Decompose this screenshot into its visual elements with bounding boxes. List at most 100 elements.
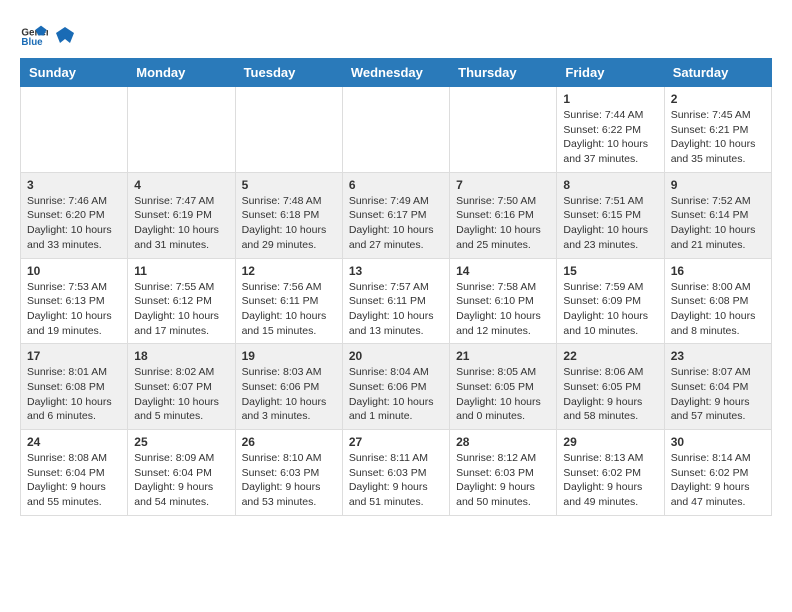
day-info-line: Daylight: 10 hours and 29 minutes.: [242, 223, 336, 252]
day-number: 13: [349, 264, 443, 278]
logo-wing-icon: [54, 25, 76, 47]
day-info-line: Daylight: 10 hours and 12 minutes.: [456, 309, 550, 338]
day-number: 18: [134, 349, 228, 363]
day-info-line: Daylight: 10 hours and 13 minutes.: [349, 309, 443, 338]
calendar-cell: [342, 87, 449, 173]
day-info-line: Sunset: 6:15 PM: [563, 208, 657, 223]
logo-icon: General Blue: [20, 20, 48, 48]
logo: General Blue: [20, 20, 78, 48]
calendar-cell: 15Sunrise: 7:59 AMSunset: 6:09 PMDayligh…: [557, 258, 664, 344]
calendar-cell: 23 Sunrise: 8:07 AMSunset: 6:04 PMDayligh…: [664, 344, 771, 430]
day-info-line: Sunset: 6:11 PM: [349, 294, 443, 309]
calendar-cell: 16 Sunrise: 8:00 AMSunset: 6:08 PMDayligh…: [664, 258, 771, 344]
day-number: 3: [27, 178, 121, 192]
day-info-line: Sunset: 6:08 PM: [671, 294, 765, 309]
day-number: 2: [671, 92, 765, 106]
day-number: 8: [563, 178, 657, 192]
calendar-cell: [450, 87, 557, 173]
day-info-line: Sunrise: 8:14 AM: [671, 451, 765, 466]
day-info-line: Sunrise: 8:01 AM: [27, 365, 121, 380]
day-info-line: Daylight: 9 hours and 51 minutes.: [349, 480, 443, 509]
day-info-line: Daylight: 10 hours and 8 minutes.: [671, 309, 765, 338]
day-info-line: Sunrise: 8:07 AM: [671, 365, 765, 380]
day-info-line: Sunset: 6:03 PM: [456, 466, 550, 481]
calendar-table: SundayMondayTuesdayWednesdayThursdayFrid…: [20, 58, 772, 516]
day-info-line: Sunrise: 7:57 AM: [349, 280, 443, 295]
day-info-line: Daylight: 9 hours and 50 minutes.: [456, 480, 550, 509]
calendar-cell: 14 Sunrise: 7:58 AMSunset: 6:10 PMDayligh…: [450, 258, 557, 344]
day-info-line: Sunset: 6:14 PM: [671, 208, 765, 223]
day-info-line: Sunrise: 8:03 AM: [242, 365, 336, 380]
day-number: 26: [242, 435, 336, 449]
calendar-cell: 28Sunrise: 8:12 AMSunset: 6:03 PMDayligh…: [450, 430, 557, 516]
day-info-line: Sunset: 6:19 PM: [134, 208, 228, 223]
day-info-line: Daylight: 10 hours and 23 minutes.: [563, 223, 657, 252]
day-number: 7: [456, 178, 550, 192]
day-info-line: Daylight: 10 hours and 15 minutes.: [242, 309, 336, 338]
day-info-line: Sunrise: 8:08 AM: [27, 451, 121, 466]
day-info-line: Daylight: 10 hours and 37 minutes.: [563, 137, 657, 166]
day-info-line: Sunrise: 7:58 AM: [456, 280, 550, 295]
day-info-line: Sunset: 6:06 PM: [349, 380, 443, 395]
day-info-line: Sunrise: 7:47 AM: [134, 194, 228, 209]
day-info-line: Sunset: 6:10 PM: [456, 294, 550, 309]
calendar-week-row: 3Sunrise: 7:46 AMSunset: 6:20 PMDaylight…: [21, 172, 772, 258]
day-info-line: Sunrise: 7:45 AM: [671, 108, 765, 123]
day-info-line: Sunrise: 7:53 AM: [27, 280, 121, 295]
day-info-line: Sunrise: 7:48 AM: [242, 194, 336, 209]
day-info-line: Sunset: 6:11 PM: [242, 294, 336, 309]
day-info-line: Sunset: 6:20 PM: [27, 208, 121, 223]
calendar-cell: 9 Sunrise: 7:52 AMSunset: 6:14 PMDaylight…: [664, 172, 771, 258]
day-info-line: Sunrise: 8:04 AM: [349, 365, 443, 380]
day-number: 29: [563, 435, 657, 449]
calendar-cell: 3Sunrise: 7:46 AMSunset: 6:20 PMDaylight…: [21, 172, 128, 258]
calendar-week-row: 10Sunrise: 7:53 AMSunset: 6:13 PMDayligh…: [21, 258, 772, 344]
day-info-line: Daylight: 9 hours and 47 minutes.: [671, 480, 765, 509]
day-info-line: Sunrise: 8:06 AM: [563, 365, 657, 380]
calendar-cell: 6Sunrise: 7:49 AMSunset: 6:17 PMDaylight…: [342, 172, 449, 258]
day-info-line: Sunrise: 7:52 AM: [671, 194, 765, 209]
day-info-line: Sunset: 6:07 PM: [134, 380, 228, 395]
day-number: 9: [671, 178, 765, 192]
day-number: 22: [563, 349, 657, 363]
day-info-line: Daylight: 10 hours and 25 minutes.: [456, 223, 550, 252]
day-info-line: Sunset: 6:22 PM: [563, 123, 657, 138]
day-number: 27: [349, 435, 443, 449]
day-info-line: Sunset: 6:05 PM: [456, 380, 550, 395]
day-info-line: Sunrise: 7:50 AM: [456, 194, 550, 209]
calendar-cell: 25Sunrise: 8:09 AMSunset: 6:04 PMDayligh…: [128, 430, 235, 516]
day-info-line: Daylight: 10 hours and 5 minutes.: [134, 395, 228, 424]
day-info-line: Sunrise: 8:09 AM: [134, 451, 228, 466]
day-info-line: Sunset: 6:12 PM: [134, 294, 228, 309]
svg-text:Blue: Blue: [21, 37, 43, 48]
day-info-line: Sunrise: 8:00 AM: [671, 280, 765, 295]
calendar-cell: 20Sunrise: 8:04 AMSunset: 6:06 PMDayligh…: [342, 344, 449, 430]
day-info-line: Daylight: 10 hours and 21 minutes.: [671, 223, 765, 252]
day-info-line: Sunrise: 7:56 AM: [242, 280, 336, 295]
calendar-week-row: 17Sunrise: 8:01 AMSunset: 6:08 PMDayligh…: [21, 344, 772, 430]
day-info-line: Sunset: 6:04 PM: [671, 380, 765, 395]
day-info-line: Sunrise: 8:10 AM: [242, 451, 336, 466]
day-info-line: Sunrise: 7:51 AM: [563, 194, 657, 209]
day-info-line: Sunrise: 8:12 AM: [456, 451, 550, 466]
day-number: 14: [456, 264, 550, 278]
col-header-saturday: Saturday: [664, 59, 771, 87]
day-info-line: Sunrise: 8:05 AM: [456, 365, 550, 380]
day-info-line: Daylight: 9 hours and 49 minutes.: [563, 480, 657, 509]
calendar-cell: 22Sunrise: 8:06 AMSunset: 6:05 PMDayligh…: [557, 344, 664, 430]
day-info-line: Sunset: 6:13 PM: [27, 294, 121, 309]
day-number: 16: [671, 264, 765, 278]
day-info-line: Daylight: 10 hours and 27 minutes.: [349, 223, 443, 252]
day-info-line: Daylight: 9 hours and 57 minutes.: [671, 395, 765, 424]
calendar-cell: 21Sunrise: 8:05 AMSunset: 6:05 PMDayligh…: [450, 344, 557, 430]
calendar-cell: 27Sunrise: 8:11 AMSunset: 6:03 PMDayligh…: [342, 430, 449, 516]
day-info-line: Sunrise: 8:13 AM: [563, 451, 657, 466]
calendar-cell: 30Sunrise: 8:14 AMSunset: 6:02 PMDayligh…: [664, 430, 771, 516]
day-info-line: Daylight: 10 hours and 0 minutes.: [456, 395, 550, 424]
calendar-week-row: 24Sunrise: 8:08 AMSunset: 6:04 PMDayligh…: [21, 430, 772, 516]
day-info-line: Sunset: 6:03 PM: [349, 466, 443, 481]
day-number: 23: [671, 349, 765, 363]
day-number: 5: [242, 178, 336, 192]
day-info-line: Sunset: 6:05 PM: [563, 380, 657, 395]
day-number: 17: [27, 349, 121, 363]
